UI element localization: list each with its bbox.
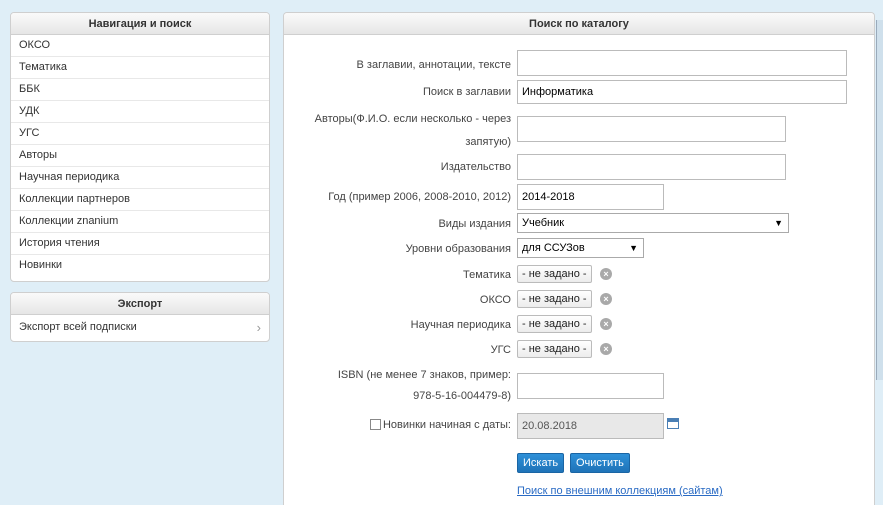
thematics-selector[interactable]: - не задано - — [517, 265, 592, 283]
chevron-right-icon: › — [256, 320, 261, 335]
clear-thematics-icon[interactable]: × — [600, 268, 612, 280]
periodicals-selector[interactable]: - не задано - — [517, 315, 592, 333]
new-arrivals-date-input[interactable] — [517, 413, 664, 439]
nav-item-bbk[interactable]: ББК — [11, 79, 269, 101]
ugs-label: УГС — [490, 344, 511, 356]
title-search-input[interactable] — [517, 80, 847, 104]
publisher-input[interactable] — [517, 154, 786, 180]
okso-label: ОКСО — [479, 294, 511, 306]
education-level-select[interactable]: для ССУЗов ▼ — [517, 238, 644, 258]
nav-item-znanium-collections[interactable]: Коллекции znanium — [11, 211, 269, 233]
clear-okso-icon[interactable]: × — [600, 293, 612, 305]
nav-item-periodicals[interactable]: Научная периодика — [11, 167, 269, 189]
dropdown-arrow-icon: ▼ — [774, 218, 783, 228]
export-all-subscription-item[interactable]: Экспорт всей подписки › — [11, 315, 269, 340]
clear-button[interactable]: Очистить — [570, 453, 630, 473]
year-input[interactable] — [517, 184, 664, 210]
education-level-value: для ССУЗов — [522, 242, 585, 254]
calendar-icon[interactable] — [667, 418, 679, 429]
ugs-selector[interactable]: - не задано - — [517, 340, 592, 358]
clear-periodicals-icon[interactable]: × — [600, 318, 612, 330]
authors-input[interactable] — [517, 116, 786, 142]
nav-item-udk[interactable]: УДК — [11, 101, 269, 123]
isbn-label-line2: 978-5-16-004479-8) — [413, 390, 511, 402]
nav-item-partner-collections[interactable]: Коллекции партнеров — [11, 189, 269, 211]
export-panel-title: Экспорт — [11, 293, 269, 315]
thematics-label: Тематика — [462, 269, 511, 281]
nav-item-new-arrivals[interactable]: Новинки — [11, 255, 269, 277]
scrollbar[interactable] — [876, 20, 883, 380]
publisher-label: Издательство — [440, 161, 511, 173]
new-arrivals-label: Новинки начиная с даты: — [382, 419, 511, 431]
edition-type-value: Учебник — [522, 217, 565, 229]
new-arrivals-label-wrap: Новинки начиная с даты: — [369, 419, 511, 431]
nav-item-ugs[interactable]: УГС — [11, 123, 269, 145]
okso-selector[interactable]: - не задано - — [517, 290, 592, 308]
dropdown-arrow-icon: ▼ — [629, 243, 638, 253]
nav-item-okso[interactable]: ОКСО — [11, 35, 269, 57]
edition-type-select[interactable]: Учебник ▼ — [517, 213, 789, 233]
year-label: Год (пример 2006, 2008-2010, 2012) — [328, 191, 511, 203]
new-arrivals-checkbox[interactable] — [369, 419, 381, 430]
edition-type-label: Виды издания — [438, 218, 511, 230]
nav-item-thematics[interactable]: Тематика — [11, 57, 269, 79]
authors-label-line1: Авторы(Ф.И.О. если несколько - через — [314, 113, 511, 125]
clear-ugs-icon[interactable]: × — [600, 343, 612, 355]
isbn-label-line1: ISBN (не менее 7 знаков, пример: — [337, 369, 511, 381]
education-level-label: Уровни образования — [405, 243, 511, 255]
export-panel: Экспорт Экспорт всей подписки › — [10, 292, 270, 342]
nav-item-reading-history[interactable]: История чтения — [11, 233, 269, 255]
navigation-panel: Навигация и поиск ОКСО Тематика ББК УДК … — [10, 12, 270, 282]
navigation-panel-title: Навигация и поиск — [11, 13, 269, 35]
nav-item-authors[interactable]: Авторы — [11, 145, 269, 167]
catalog-search-panel: Поиск по каталогу В заглавии, аннотации,… — [283, 12, 875, 505]
export-item-label: Экспорт всей подписки — [19, 321, 137, 333]
external-collections-link[interactable]: Поиск по внешним коллекциям (сайтам) — [517, 485, 723, 497]
annotation-search-input[interactable] — [517, 50, 847, 76]
authors-label-line2: запятую) — [465, 136, 511, 148]
catalog-search-title: Поиск по каталогу — [284, 13, 874, 35]
search-button[interactable]: Искать — [517, 453, 565, 473]
annotation-search-label: В заглавии, аннотации, тексте — [356, 59, 511, 71]
periodicals-label: Научная периодика — [410, 319, 511, 331]
title-search-label: Поиск в заглавии — [422, 86, 511, 98]
isbn-input[interactable] — [517, 373, 664, 399]
